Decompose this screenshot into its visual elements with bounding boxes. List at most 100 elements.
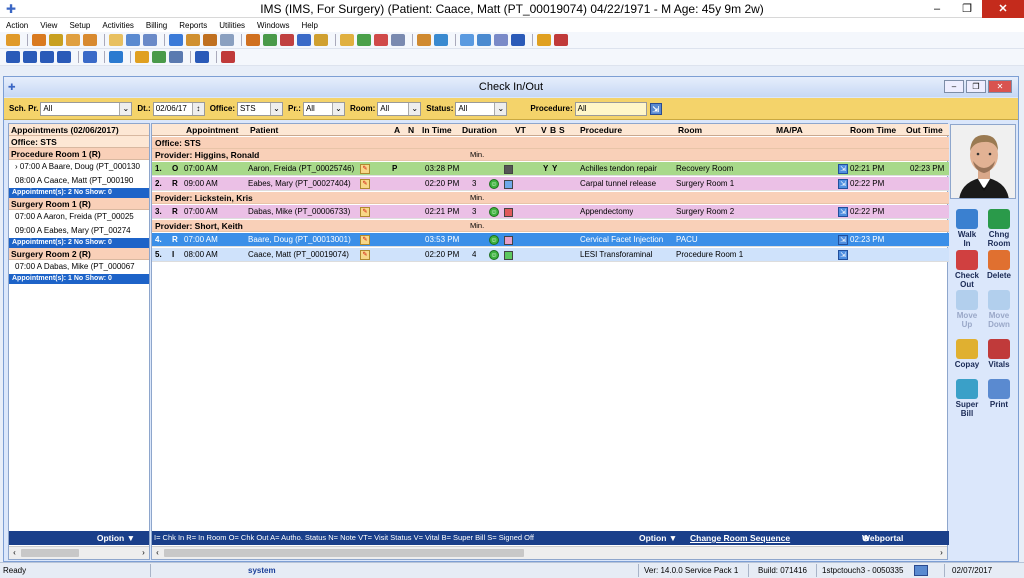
spinner-icon[interactable]: ↕ — [191, 102, 204, 115]
column-header-v[interactable]: V — [541, 125, 547, 135]
nav-tool-icon-7[interactable] — [135, 51, 149, 63]
toolbar-tool-icon-18[interactable] — [340, 34, 354, 46]
appointment-row[interactable]: 3. R 07:00 AM Dabas, Mike (PT_00006733) 02:2… — [152, 205, 949, 219]
menu-activities[interactable]: Activities — [102, 21, 134, 30]
toolbar-tool-icon-23[interactable] — [434, 34, 448, 46]
action-chng-room-button[interactable]: Chng Room — [983, 209, 1015, 248]
action-delete-button[interactable]: Delete — [983, 250, 1015, 280]
toolbar-tool-icon-29[interactable] — [554, 34, 568, 46]
office-select[interactable]: STS ⌄ — [237, 101, 284, 116]
note-icon[interactable]: ✎ — [360, 164, 370, 174]
menu-action[interactable]: Action — [6, 21, 28, 30]
menu-utilities[interactable]: Utilities — [219, 21, 245, 30]
toolbar-tool-icon-16[interactable] — [297, 34, 311, 46]
toolbar-tool-icon-14[interactable] — [263, 34, 277, 46]
nav-tool-icon-2[interactable] — [23, 51, 37, 63]
column-header-duration[interactable]: Duration — [462, 125, 497, 135]
note-icon[interactable]: ✎ — [360, 250, 370, 260]
toolbar-tool-icon-5[interactable] — [83, 34, 97, 46]
appointment-list-item[interactable]: › 07:00 A Baare, Doug (PT_000130 — [9, 160, 149, 174]
column-header-n[interactable]: N — [408, 125, 414, 135]
scroll-thumb[interactable] — [21, 549, 79, 557]
nav-tool-icon-5[interactable] — [83, 51, 97, 63]
toolbar-tool-icon-6[interactable] — [109, 34, 123, 46]
action-print-button[interactable]: Print — [983, 379, 1015, 409]
toolbar-tool-icon-10[interactable] — [186, 34, 200, 46]
scroll-thumb[interactable] — [164, 549, 524, 557]
room-change-icon[interactable]: ⇲ — [838, 250, 848, 260]
date-input[interactable]: 02/06/17 ↕ — [152, 101, 205, 116]
nav-tool-icon-11[interactable] — [221, 51, 235, 63]
appointment-list-item[interactable]: 07:00 A Dabas, Mike (PT_000067 — [9, 260, 149, 274]
room-change-icon[interactable]: ⇲ — [838, 164, 848, 174]
appointment-row[interactable]: 2. R 09:00 AM Eabes, Mary (PT_00027404) 02:2… — [152, 177, 949, 191]
menu-help[interactable]: Help — [302, 21, 318, 30]
column-header-ma-pa[interactable]: MA/PA — [776, 125, 803, 135]
toolbar-tool-icon-2[interactable] — [32, 34, 46, 46]
scroll-left-icon[interactable]: ‹ — [9, 547, 20, 559]
column-header-b[interactable]: B — [550, 125, 556, 135]
nav-tool-icon-4[interactable] — [57, 51, 71, 63]
close-button[interactable]: ✕ — [982, 0, 1024, 18]
grid-option-button[interactable]: Option ▼ — [639, 531, 677, 545]
action-super-bill-button[interactable]: Super Bill — [951, 379, 983, 418]
action-walk-in-button[interactable]: Walk In — [951, 209, 983, 248]
note-icon[interactable]: ✎ — [360, 179, 370, 189]
appointment-row[interactable]: 4. R 07:00 AM Baare, Doug (PT_00013001) 03:5… — [152, 233, 949, 247]
toolbar-tool-icon-28[interactable] — [537, 34, 551, 46]
toolbar-tool-icon-17[interactable] — [314, 34, 328, 46]
chevron-down-icon[interactable]: ⌄ — [119, 102, 132, 115]
column-header-appointment[interactable]: Appointment — [186, 125, 238, 135]
nav-tool-icon-1[interactable] — [6, 51, 20, 63]
menu-windows[interactable]: Windows — [257, 21, 289, 30]
toolbar-tool-icon-3[interactable] — [49, 34, 63, 46]
toolbar-tool-icon-24[interactable] — [460, 34, 474, 46]
column-header-a[interactable]: A — [394, 125, 400, 135]
left-option-button[interactable]: Option ▼ — [9, 531, 149, 545]
column-header-vt[interactable]: VT — [515, 125, 526, 135]
procedure-lookup-icon[interactable]: ⇲ — [649, 102, 662, 115]
appointment-row[interactable]: 5. I 08:00 AM Caace, Matt (PT_00019074) 02:2… — [152, 248, 949, 262]
toolbar-tool-icon-4[interactable] — [66, 34, 80, 46]
column-header-room[interactable]: Room — [678, 125, 702, 135]
scroll-left-icon[interactable]: ‹ — [152, 547, 163, 559]
chevron-down-icon[interactable]: ⌄ — [331, 102, 344, 115]
column-header-in-time[interactable]: In Time — [422, 125, 452, 135]
action-vitals-button[interactable]: Vitals — [983, 339, 1015, 369]
checkin-restore-button[interactable]: ❐ — [966, 80, 986, 93]
left-horizontal-scrollbar[interactable]: ‹ › — [9, 546, 149, 559]
nav-tool-icon-3[interactable] — [40, 51, 54, 63]
column-header-patient[interactable]: Patient — [250, 125, 278, 135]
menu-billing[interactable]: Billing — [146, 21, 167, 30]
chevron-down-icon[interactable]: ⌄ — [408, 102, 421, 115]
note-icon[interactable]: ✎ — [360, 235, 370, 245]
menu-view[interactable]: View — [40, 21, 57, 30]
appointment-list-item[interactable]: 09:00 A Eabes, Mary (PT_00274 — [9, 224, 149, 238]
change-room-sequence-link[interactable]: Change Room Sequence — [690, 531, 790, 545]
toolbar-tool-icon-12[interactable] — [220, 34, 234, 46]
chevron-down-icon[interactable]: ⌄ — [494, 102, 507, 115]
toolbar-tool-icon-8[interactable] — [143, 34, 157, 46]
restore-button[interactable]: ❐ — [952, 0, 982, 18]
action-copay-button[interactable]: Copay — [951, 339, 983, 369]
room-change-icon[interactable]: ⇲ — [838, 207, 848, 217]
toolbar-tool-icon-9[interactable] — [169, 34, 183, 46]
minimize-button[interactable]: – — [922, 0, 952, 18]
toolbar-tool-icon-22[interactable] — [417, 34, 431, 46]
menu-setup[interactable]: Setup — [69, 21, 90, 30]
toolbar-tool-icon-26[interactable] — [494, 34, 508, 46]
appointment-list-item[interactable]: 07:00 A Aaron, Freida (PT_00025 — [9, 210, 149, 224]
toolbar-tool-icon-21[interactable] — [391, 34, 405, 46]
toolbar-tool-icon-25[interactable] — [477, 34, 491, 46]
column-header-room-time[interactable]: Room Time — [850, 125, 896, 135]
nav-tool-icon-9[interactable] — [169, 51, 183, 63]
appointment-row[interactable]: 1. O 07:00 AM Aaron, Freida (PT_00025746) P 0… — [152, 162, 949, 176]
menu-reports[interactable]: Reports — [179, 21, 207, 30]
grid-horizontal-scrollbar[interactable]: ‹ › — [152, 546, 947, 559]
toolbar-tool-icon-19[interactable] — [357, 34, 371, 46]
checkin-minimize-button[interactable]: – — [944, 80, 964, 93]
checkin-close-button[interactable]: ✕ — [988, 80, 1012, 93]
nav-tool-icon-10[interactable] — [195, 51, 209, 63]
sch-pr-select[interactable]: All ⌄ — [40, 101, 133, 116]
room-change-icon[interactable]: ⇲ — [838, 179, 848, 189]
